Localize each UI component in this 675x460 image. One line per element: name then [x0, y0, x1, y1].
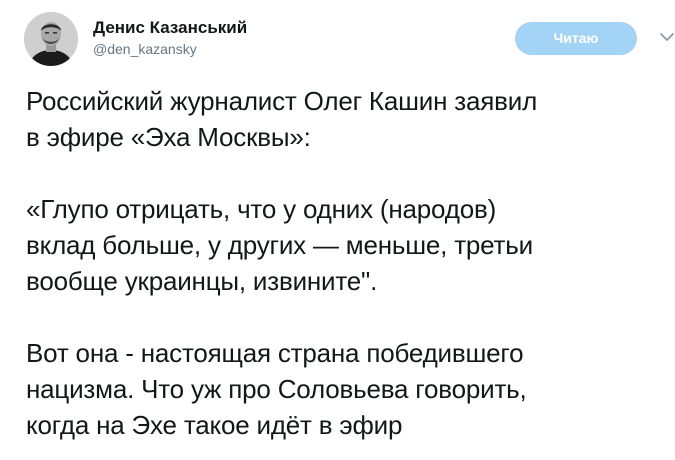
tweet-card: Денис Казанський @den_kazansky Читаю Рос… — [0, 0, 675, 460]
tweet-header: Денис Казанський @den_kazansky Читаю — [20, 12, 674, 70]
tweet-line: в эфире «Эха Москвы»: — [26, 122, 311, 152]
tweet-line: когда на Эхе такое идёт в эфир — [26, 410, 403, 440]
tweet-line: вклад больше, у других — меньше, третьи — [26, 230, 533, 260]
tweet-paragraph: Вот она - настоящая страна победившего н… — [26, 335, 666, 443]
author-display-name[interactable]: Денис Казанський — [93, 18, 247, 38]
tweet-line: вообще украинцы, извините". — [26, 266, 378, 296]
avatar-photo — [24, 12, 78, 66]
tweet-line: нацизма. Что уж про Соловьева говорить, — [26, 374, 527, 404]
author-screen-name[interactable]: @den_kazansky — [93, 40, 247, 58]
author-block: Денис Казанський @den_kazansky — [93, 18, 247, 58]
tweet-line: «Глупо отрицать, что у одних (народов) — [26, 194, 497, 224]
chevron-down-icon[interactable] — [658, 28, 675, 46]
tweet-line: Вот она - настоящая страна победившего — [26, 338, 524, 368]
tweet-line: Российский журналист Олег Кашин заявил — [26, 86, 538, 116]
follow-button[interactable]: Читаю — [515, 22, 637, 55]
avatar[interactable] — [24, 12, 78, 66]
tweet-paragraph: Российский журналист Олег Кашин заявил в… — [26, 83, 666, 155]
tweet-paragraph: «Глупо отрицать, что у одних (народов) в… — [26, 191, 666, 299]
tweet-text: Российский журналист Олег Кашин заявил в… — [26, 83, 666, 443]
